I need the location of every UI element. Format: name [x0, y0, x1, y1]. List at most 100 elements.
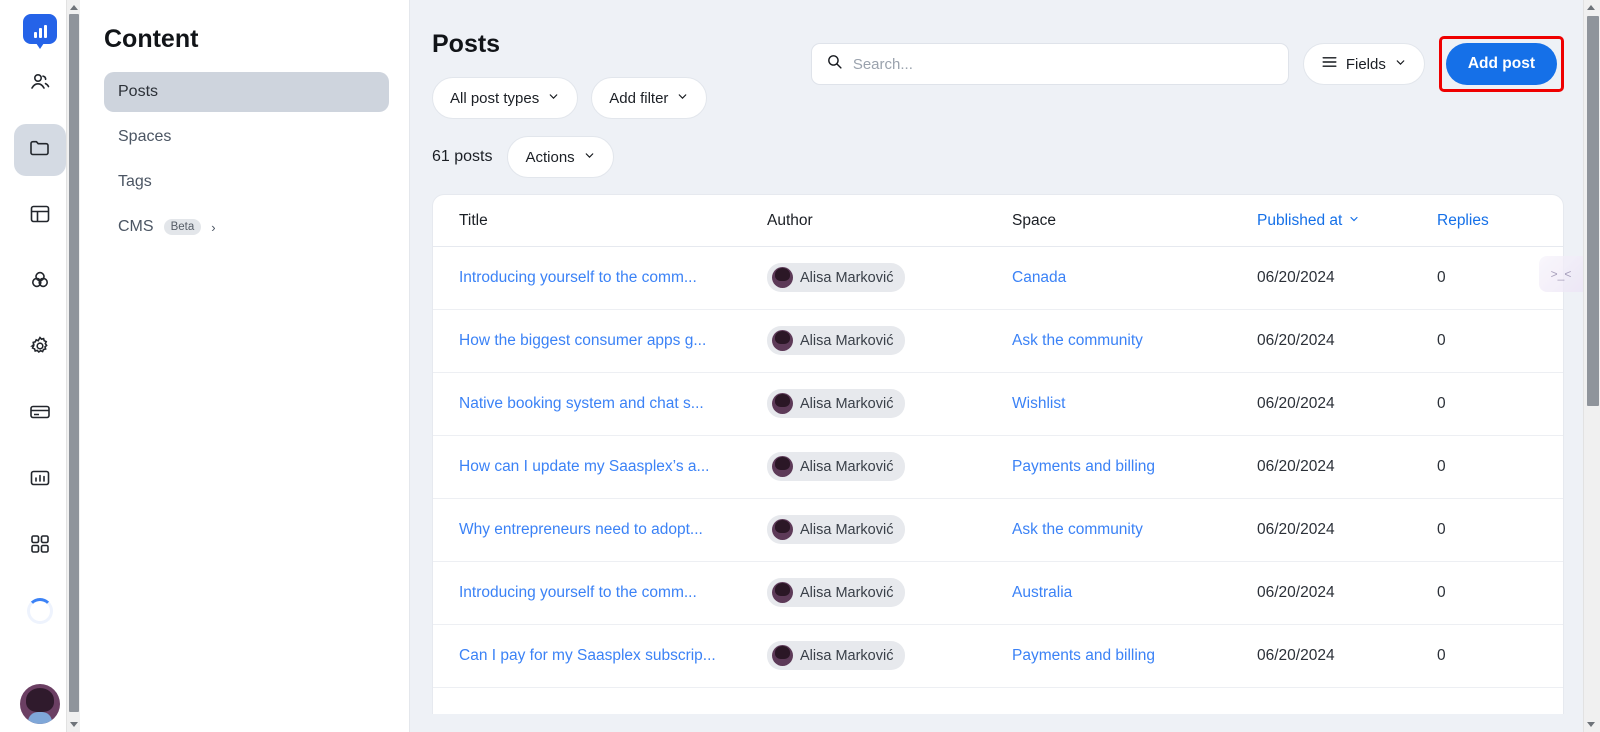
all-post-types-dropdown[interactable]: All post types	[432, 77, 579, 119]
chevron-down-icon	[1348, 212, 1360, 230]
table-body: Introducing yourself to the comm... Alis…	[433, 247, 1563, 688]
post-title-link[interactable]: Introducing yourself to the comm...	[459, 584, 739, 602]
author-chip[interactable]: Alisa Marković	[767, 263, 906, 292]
beta-badge: Beta	[163, 219, 202, 235]
author-name: Alisa Marković	[800, 269, 894, 286]
page-scrollbar-thumb[interactable]	[1587, 16, 1599, 406]
folder-icon	[28, 136, 52, 165]
author-avatar	[772, 456, 793, 477]
author-chip[interactable]: Alisa Marković	[767, 641, 906, 670]
chevron-down-icon	[676, 90, 689, 107]
avatar[interactable]	[20, 684, 60, 724]
add-filter-dropdown[interactable]: Add filter	[591, 77, 708, 119]
content-sidebar: Content Posts Spaces Tags CMS Beta ›	[80, 0, 410, 732]
table-row[interactable]: Introducing yourself to the comm... Alis…	[433, 247, 1563, 310]
actions-dropdown[interactable]: Actions	[507, 136, 614, 178]
rail-item-site[interactable]	[14, 190, 66, 242]
fields-button[interactable]: Fields	[1302, 43, 1425, 85]
page-scrollbar[interactable]	[1583, 0, 1600, 732]
rail-item-people[interactable]	[14, 58, 66, 110]
scroll-down-arrow-icon[interactable]	[70, 722, 78, 727]
author-chip[interactable]: Alisa Marković	[767, 452, 906, 481]
rail-item-analytics[interactable]	[14, 454, 66, 506]
credit-card-icon	[28, 400, 52, 429]
author-name: Alisa Marković	[800, 584, 894, 601]
space-link[interactable]: Ask the community	[1012, 521, 1257, 539]
float-tab-icon[interactable]: >_<	[1539, 256, 1583, 292]
column-header-title[interactable]: Title	[459, 212, 767, 230]
space-link[interactable]: Payments and billing	[1012, 458, 1257, 476]
author-chip[interactable]: Alisa Marković	[767, 389, 906, 418]
rail-item-billing[interactable]	[14, 388, 66, 440]
author-name: Alisa Marković	[800, 332, 894, 349]
rail-scrollbar[interactable]	[66, 0, 80, 732]
table-row[interactable]: How can I update my Saasplex’s a... Alis…	[433, 436, 1563, 499]
space-link[interactable]: Canada	[1012, 269, 1257, 287]
table-row[interactable]: Introducing yourself to the comm... Alis…	[433, 562, 1563, 625]
rail-item-settings[interactable]	[14, 322, 66, 374]
column-header-space[interactable]: Space	[1012, 212, 1257, 230]
post-title-link[interactable]: Can I pay for my Saasplex subscrip...	[459, 647, 739, 665]
author-avatar	[772, 330, 793, 351]
published-at-value: 06/20/2024	[1257, 647, 1335, 664]
hamburger-icon	[1321, 55, 1338, 73]
chevron-down-icon	[583, 149, 596, 166]
search-box[interactable]	[810, 43, 1289, 85]
column-header-published-at[interactable]: Published at	[1257, 212, 1437, 230]
space-link[interactable]: Payments and billing	[1012, 647, 1257, 665]
replies-value: 0	[1437, 395, 1446, 412]
author-avatar	[772, 645, 793, 666]
main-area: Posts Fields	[410, 0, 1600, 732]
author-name: Alisa Marković	[800, 521, 894, 538]
scroll-up-arrow-icon[interactable]	[70, 5, 78, 10]
rail-item-spaces[interactable]	[14, 256, 66, 308]
sidebar-item-cms[interactable]: CMS Beta ›	[104, 207, 389, 247]
all-post-types-label: All post types	[450, 89, 540, 107]
author-chip[interactable]: Alisa Marković	[767, 515, 906, 544]
chevron-down-icon	[1394, 56, 1407, 73]
actions-label: Actions	[525, 148, 575, 166]
rail-scrollbar-thumb[interactable]	[69, 14, 79, 712]
rail-item-content[interactable]	[14, 124, 66, 176]
post-title-link[interactable]: How the biggest consumer apps g...	[459, 332, 739, 350]
app-root: Content Posts Spaces Tags CMS Beta › Pos…	[0, 0, 1600, 732]
search-input[interactable]	[852, 55, 1274, 73]
post-title-link[interactable]: Introducing yourself to the comm...	[459, 269, 739, 287]
author-avatar	[772, 582, 793, 603]
author-chip[interactable]: Alisa Marković	[767, 578, 906, 607]
space-link[interactable]: Wishlist	[1012, 395, 1257, 413]
circles-icon	[28, 268, 52, 297]
topbar-actions: Fields Add post	[810, 36, 1564, 92]
fields-label: Fields	[1345, 55, 1386, 73]
sidebar-item-tags[interactable]: Tags	[104, 162, 389, 202]
post-title-link[interactable]: How can I update my Saasplex’s a...	[459, 458, 739, 476]
add-post-button[interactable]: Add post	[1445, 43, 1557, 85]
post-title-link[interactable]: Native booking system and chat s...	[459, 395, 739, 413]
chevron-down-icon	[547, 90, 560, 107]
table-row[interactable]: Can I pay for my Saasplex subscrip... Al…	[433, 625, 1563, 688]
space-link[interactable]: Australia	[1012, 584, 1257, 602]
table-row[interactable]: Why entrepreneurs need to adopt... Alisa…	[433, 499, 1563, 562]
sidebar-item-label: CMS	[118, 218, 154, 235]
scroll-up-arrow-icon[interactable]	[1587, 5, 1595, 10]
scroll-down-arrow-icon[interactable]	[1587, 722, 1595, 727]
rail-item-apps[interactable]	[14, 520, 66, 572]
icon-rail	[0, 0, 80, 732]
post-title-link[interactable]: Why entrepreneurs need to adopt...	[459, 521, 739, 539]
table-row[interactable]: Native booking system and chat s... Alis…	[433, 373, 1563, 436]
column-header-replies[interactable]: Replies	[1437, 212, 1527, 230]
sidebar-item-label: Tags	[118, 173, 152, 190]
replies-value: 0	[1437, 458, 1446, 475]
table-row[interactable]: How the biggest consumer apps g... Alisa…	[433, 310, 1563, 373]
space-link[interactable]: Ask the community	[1012, 332, 1257, 350]
author-chip[interactable]: Alisa Marković	[767, 326, 906, 355]
column-header-author[interactable]: Author	[767, 212, 1012, 230]
published-at-value: 06/20/2024	[1257, 458, 1335, 475]
author-avatar	[772, 393, 793, 414]
analytics-bubble-logo[interactable]	[23, 14, 57, 49]
posts-table: Title Author Space Published at Replies …	[432, 194, 1564, 714]
replies-value: 0	[1437, 332, 1446, 349]
author-name: Alisa Marković	[800, 458, 894, 475]
sidebar-item-spaces[interactable]: Spaces	[104, 117, 389, 157]
sidebar-item-posts[interactable]: Posts	[104, 72, 389, 112]
